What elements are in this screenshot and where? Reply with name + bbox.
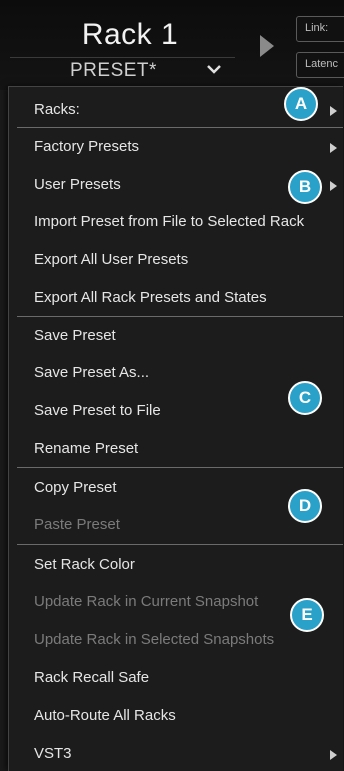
menu-item-export-user-presets[interactable]: Export All User Presets [9, 246, 343, 276]
preset-selector[interactable]: PRESET* [10, 57, 235, 86]
submenu-arrow-icon [330, 143, 337, 153]
link-selector[interactable]: Link: [296, 16, 344, 42]
menu-item-label: Save Preset to File [34, 402, 161, 419]
callout-badge-c: C [288, 381, 322, 415]
menu-item-label: Export All User Presets [34, 251, 189, 268]
callout-badge-e: E [290, 598, 324, 632]
menu-item-label: Save Preset [34, 327, 116, 344]
menu-separator [17, 316, 343, 317]
callout-badge-b: B [288, 170, 322, 204]
menu-item-export-rack-presets[interactable]: Export All Rack Presets and States [9, 284, 343, 314]
play-arrow-icon[interactable] [258, 33, 276, 59]
menu-item-label: Update Rack in Current Snapshot [34, 593, 259, 610]
submenu-arrow-icon [330, 181, 337, 191]
menu-item-factory-presets[interactable]: Factory Presets [9, 133, 343, 163]
preset-name: PRESET* [70, 60, 157, 81]
menu-item-label: Rename Preset [34, 440, 139, 457]
menu-item-label: Set Rack Color [34, 556, 135, 573]
submenu-arrow-icon [330, 750, 337, 760]
rack-header: Rack 1 PRESET* Link: Latenc [0, 0, 344, 90]
menu-item-label: Update Rack in Selected Snapshots [34, 631, 275, 648]
callout-badge-a: A [284, 87, 318, 121]
menu-item-save-preset[interactable]: Save Preset [9, 322, 343, 352]
menu-item-label: Paste Preset [34, 516, 120, 533]
menu-item-label: Factory Presets [34, 138, 140, 155]
menu-item-label: Auto-Route All Racks [34, 707, 176, 724]
menu-item-label: Copy Preset [34, 479, 117, 496]
callout-badge-d: D [288, 489, 322, 523]
menu-item-update-selected-snapshots: Update Rack in Selected Snapshots [9, 626, 343, 656]
menu-item-label: User Presets [34, 176, 121, 193]
menu-item-label: Save Preset As... [34, 364, 150, 381]
menu-item-rename-preset[interactable]: Rename Preset [9, 435, 343, 465]
menu-item-label: Export All Rack Presets and States [34, 289, 267, 306]
menu-item-label: Rack Recall Safe [34, 669, 150, 686]
latency-selector[interactable]: Latenc [296, 52, 344, 78]
menu-item-label: Import Preset from File to Selected Rack [34, 213, 305, 230]
menu-item-auto-route-racks[interactable]: Auto-Route All Racks [9, 702, 343, 732]
menu-item-rack-recall-safe[interactable]: Rack Recall Safe [9, 664, 343, 694]
menu-item-label: VST3 [34, 745, 72, 762]
menu-item-import-preset[interactable]: Import Preset from File to Selected Rack [9, 208, 343, 238]
menu-separator [17, 467, 343, 468]
menu-separator [17, 544, 343, 545]
menu-item-vst3[interactable]: VST3 [9, 740, 343, 770]
rack-title: Rack 1 [81, 18, 179, 51]
menu-separator [17, 127, 343, 128]
chevron-down-icon [207, 65, 221, 74]
menu-item-label: Racks: [34, 101, 80, 118]
menu-item-set-rack-color[interactable]: Set Rack Color [9, 551, 343, 581]
submenu-arrow-icon [330, 106, 337, 116]
